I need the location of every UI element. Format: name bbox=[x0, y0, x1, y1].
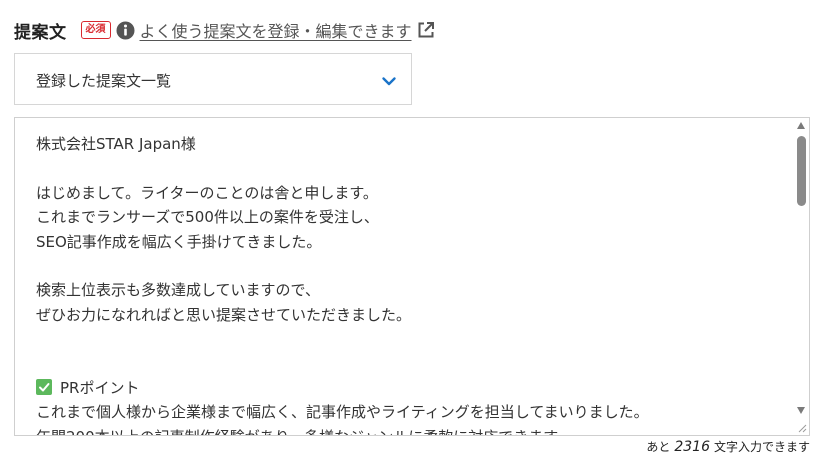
proposal-line-text: 検索上位表示も多数達成していますので、 bbox=[36, 281, 320, 300]
proposal-line bbox=[36, 327, 787, 351]
proposal-line: はじめまして。ライターのことのは舎と申します。 bbox=[36, 181, 787, 205]
proposal-line bbox=[36, 156, 787, 180]
proposal-template-select[interactable]: 登録した提案文一覧 bbox=[14, 53, 412, 105]
proposal-line-text: これまで個人様から企業様まで幅広く、記事作成やライティングを担当してまいりました… bbox=[36, 403, 649, 422]
proposal-line-text: これまでランサーズで500件以上の案件を受注し、 bbox=[36, 208, 379, 227]
external-link-icon[interactable] bbox=[416, 20, 436, 40]
chevron-down-icon bbox=[380, 72, 398, 90]
scrollbar-thumb[interactable] bbox=[797, 136, 806, 206]
section-title: 提案文 bbox=[14, 22, 67, 43]
counter-suffix: 文字入力できます bbox=[713, 440, 810, 454]
proposal-line-text: 株式会社STAR Japan様 bbox=[36, 135, 196, 153]
proposal-line: 年間200本以上の記事制作経験があり、多様なジャンルに柔軟に対応できます。 bbox=[36, 425, 787, 435]
remaining-count: 2316 bbox=[674, 439, 710, 455]
scroll-up-arrow-icon[interactable] bbox=[797, 122, 805, 129]
proposal-line-text: SEO記事作成を幅広く手掛けてきました。 bbox=[36, 232, 322, 251]
required-badge: 必須 bbox=[80, 21, 111, 39]
proposal-line-text: PRポイント bbox=[60, 378, 140, 397]
resize-handle-icon[interactable] bbox=[797, 423, 807, 433]
proposal-line: これまでランサーズで500件以上の案件を受注し、 bbox=[36, 205, 787, 229]
proposal-line bbox=[36, 254, 787, 278]
select-value: 登録した提案文一覧 bbox=[36, 72, 172, 90]
proposal-line: SEO記事作成を幅広く手掛けてきました。 bbox=[36, 230, 787, 254]
counter-prefix: あと bbox=[646, 440, 671, 454]
char-counter: あと 2316 文字入力できます bbox=[646, 438, 810, 455]
proposal-line: これまで個人様から企業様まで幅広く、記事作成やライティングを担当してまいりました… bbox=[36, 400, 787, 424]
proposal-line-text: ぜひお力になれればと思い提案させていただきました。 bbox=[36, 305, 412, 324]
proposal-line: PRポイント bbox=[36, 376, 787, 400]
manage-templates-link[interactable]: よく使う提案文を登録・編集できます bbox=[140, 18, 412, 42]
proposal-line: 株式会社STAR Japan様 bbox=[36, 132, 787, 156]
proposal-line-text: はじめまして。ライターのことのは舎と申します。 bbox=[36, 183, 378, 202]
check-mark-icon bbox=[36, 378, 52, 395]
proposal-textarea[interactable]: 株式会社STAR Japan様 はじめまして。ライターのことのは舎と申します。 これ… bbox=[14, 117, 810, 436]
proposal-line-text: 年間200本以上の記事制作経験があり、多様なジャンルに柔軟に対応できます。 bbox=[36, 428, 572, 435]
proposal-line: 検索上位表示も多数達成していますので、 bbox=[36, 278, 787, 302]
info-circle-icon bbox=[116, 21, 135, 40]
proposal-line: ぜひお力になれればと思い提案させていただきました。 bbox=[36, 303, 787, 327]
scroll-down-arrow-icon[interactable] bbox=[797, 407, 805, 414]
textarea-scrollbar[interactable] bbox=[794, 118, 809, 435]
proposal-header: 提案文 必須 よく使う提案文を登録・編集できます bbox=[14, 16, 436, 44]
proposal-text: 株式会社STAR Japan様 はじめまして。ライターのことのは舎と申します。 これ… bbox=[36, 132, 787, 435]
proposal-line bbox=[36, 352, 787, 376]
